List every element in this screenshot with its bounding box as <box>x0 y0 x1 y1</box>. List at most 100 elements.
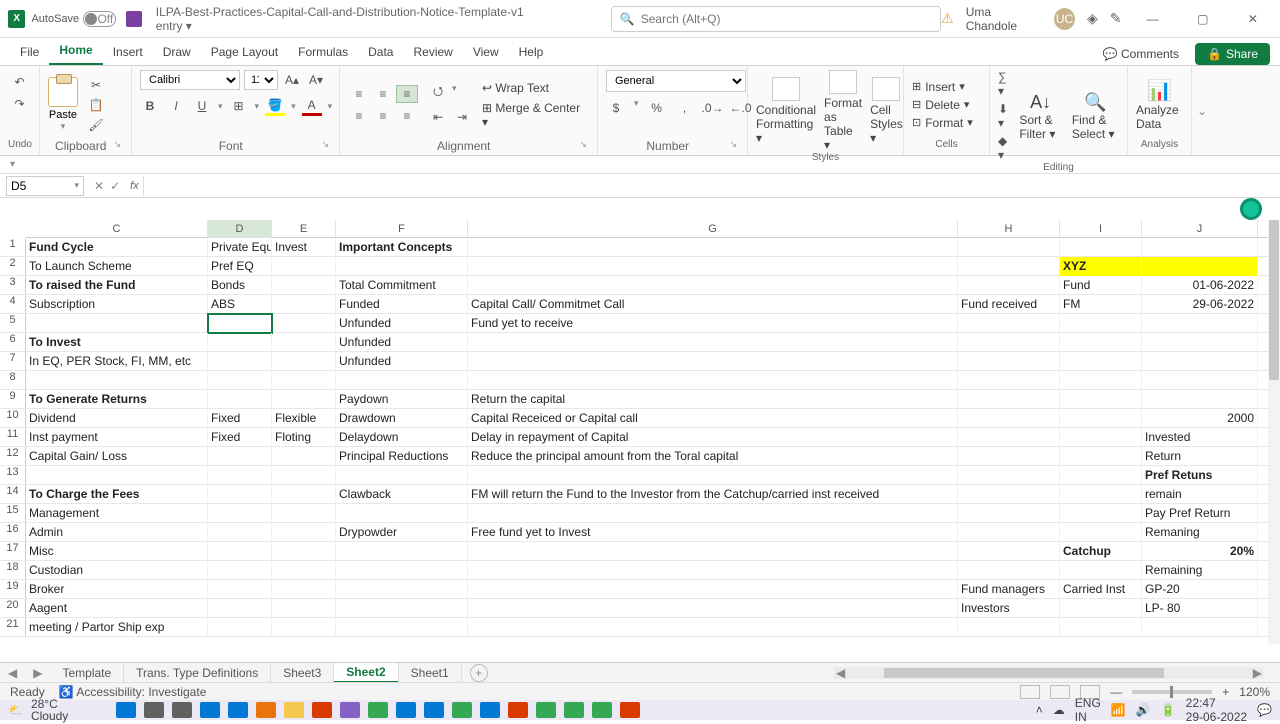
row-header-18[interactable]: 18 <box>0 561 26 579</box>
increase-font-icon[interactable]: A▴ <box>282 70 302 90</box>
cell-H5[interactable] <box>958 314 1060 333</box>
fx-icon[interactable]: fx <box>130 180 139 192</box>
cell-F20[interactable] <box>336 599 468 618</box>
cell-I7[interactable] <box>1060 352 1142 371</box>
cell-I14[interactable] <box>1060 485 1142 504</box>
tab-data[interactable]: Data <box>358 39 403 65</box>
enter-formula-icon[interactable]: ✓ <box>110 179 120 193</box>
cell-I17[interactable]: Catchup <box>1060 542 1142 561</box>
cell-G18[interactable] <box>468 561 958 580</box>
clear-icon[interactable]: ◆ ▾ <box>998 134 1009 162</box>
tray-onedrive-icon[interactable]: ☁ <box>1053 703 1065 717</box>
cell-I5[interactable] <box>1060 314 1142 333</box>
cell-F7[interactable]: Unfunded <box>336 352 468 371</box>
cell-D10[interactable]: Fixed <box>208 409 272 428</box>
cell-F9[interactable]: Paydown <box>336 390 468 409</box>
cell-J2[interactable] <box>1142 257 1258 276</box>
cell-H2[interactable] <box>958 257 1060 276</box>
cell-G10[interactable]: Capital Receiced or Capital call <box>468 409 958 428</box>
sheet-tab-sheet2[interactable]: Sheet2 <box>334 663 398 683</box>
cell-J6[interactable] <box>1142 333 1258 352</box>
minimize-button[interactable]: — <box>1134 5 1172 33</box>
cell-E8[interactable] <box>272 371 336 390</box>
cell-F21[interactable] <box>336 618 468 637</box>
cell-C18[interactable]: Custodian <box>26 561 208 580</box>
tray-chevron-icon[interactable]: ˄ <box>1036 703 1043 717</box>
font-name-select[interactable]: Calibri <box>140 70 240 90</box>
cell-E4[interactable] <box>272 295 336 314</box>
cell-D16[interactable] <box>208 523 272 542</box>
row-header-20[interactable]: 20 <box>0 599 26 617</box>
taskbar-app-4[interactable] <box>284 702 304 718</box>
row-header-7[interactable]: 7 <box>0 352 26 370</box>
cell-D6[interactable] <box>208 333 272 352</box>
tab-view[interactable]: View <box>463 39 509 65</box>
grammarly-icon[interactable] <box>1240 198 1262 220</box>
align-right-icon[interactable]: ≡ <box>396 107 418 125</box>
formula-bar[interactable] <box>143 176 1280 196</box>
zoom-slider[interactable] <box>1132 690 1212 694</box>
tab-page-layout[interactable]: Page Layout <box>201 39 288 65</box>
tab-insert[interactable]: Insert <box>103 39 153 65</box>
cell-C15[interactable]: Management <box>26 504 208 523</box>
orientation-icon[interactable]: ⭯ <box>428 83 448 103</box>
cell-H10[interactable] <box>958 409 1060 428</box>
sheet-nav-prev-icon[interactable]: ◀ <box>0 666 25 680</box>
taskbar-app-9[interactable] <box>424 702 444 718</box>
cell-E1[interactable]: Invest <box>272 238 336 257</box>
cell-D3[interactable]: Bonds <box>208 276 272 295</box>
cell-F8[interactable] <box>336 371 468 390</box>
weather-icon[interactable]: ⛅ <box>8 703 23 717</box>
col-header-E[interactable]: E <box>272 220 336 238</box>
cell-E21[interactable] <box>272 618 336 637</box>
cell-D19[interactable] <box>208 580 272 599</box>
cell-D13[interactable] <box>208 466 272 485</box>
percent-icon[interactable]: % <box>647 98 667 118</box>
cell-H12[interactable] <box>958 447 1060 466</box>
cell-D7[interactable] <box>208 352 272 371</box>
col-header-J[interactable]: J <box>1142 220 1258 238</box>
cell-F19[interactable] <box>336 580 468 599</box>
cell-H14[interactable] <box>958 485 1060 504</box>
autosum-icon[interactable]: ∑ ▾ <box>998 70 1009 98</box>
cell-H15[interactable] <box>958 504 1060 523</box>
cell-C20[interactable]: Aagent <box>26 599 208 618</box>
cell-I4[interactable]: FM <box>1060 295 1142 314</box>
user-name[interactable]: Uma Chandole <box>966 5 1042 33</box>
cell-D2[interactable]: Pref EQ <box>208 257 272 276</box>
paste-label[interactable]: Paste <box>49 109 77 121</box>
cell-I16[interactable] <box>1060 523 1142 542</box>
cell-F14[interactable]: Clawback <box>336 485 468 504</box>
sheet-tab-sheet3[interactable]: Sheet3 <box>271 664 334 682</box>
number-format-select[interactable]: General <box>606 70 746 92</box>
format-as-table-icon[interactable] <box>829 70 857 94</box>
bold-button[interactable]: B <box>140 96 160 116</box>
spreadsheet-grid[interactable]: CDEFGHIJ 1Fund CyclePrivate EquityInvest… <box>0 220 1280 662</box>
cell-styles-icon[interactable] <box>872 77 900 101</box>
sheet-tab-sheet1[interactable]: Sheet1 <box>399 664 462 682</box>
align-bottom-icon[interactable]: ≡ <box>396 85 418 103</box>
cell-J11[interactable]: Invested <box>1142 428 1258 447</box>
copy-icon[interactable]: 📋 <box>88 97 104 113</box>
sort-filter-icon[interactable]: A↓ <box>1030 92 1051 113</box>
taskbar-app-3[interactable] <box>256 702 276 718</box>
task-view-icon[interactable] <box>172 702 192 718</box>
tab-formulas[interactable]: Formulas <box>288 39 358 65</box>
cell-G12[interactable]: Reduce the principal amount from the Tor… <box>468 447 958 466</box>
undo-icon[interactable]: ↶ <box>12 74 28 90</box>
row-header-2[interactable]: 2 <box>0 257 26 275</box>
cell-J13[interactable]: Pref Retuns <box>1142 466 1258 485</box>
cell-H18[interactable] <box>958 561 1060 580</box>
taskbar-app-5[interactable] <box>312 702 332 718</box>
tray-volume-icon[interactable]: 🔊 <box>1136 703 1151 717</box>
cell-G1[interactable] <box>468 238 958 257</box>
cell-C12[interactable]: Capital Gain/ Loss <box>26 447 208 466</box>
row-header-4[interactable]: 4 <box>0 295 26 313</box>
cell-J4[interactable]: 29-06-2022 <box>1142 295 1258 314</box>
taskbar-app-12[interactable] <box>508 702 528 718</box>
cell-D15[interactable] <box>208 504 272 523</box>
taskbar-app-1[interactable] <box>200 702 220 718</box>
cell-H20[interactable]: Investors <box>958 599 1060 618</box>
tab-file[interactable]: File <box>10 39 49 65</box>
wrap-text-button[interactable]: ↩ Wrap Text <box>482 81 589 95</box>
